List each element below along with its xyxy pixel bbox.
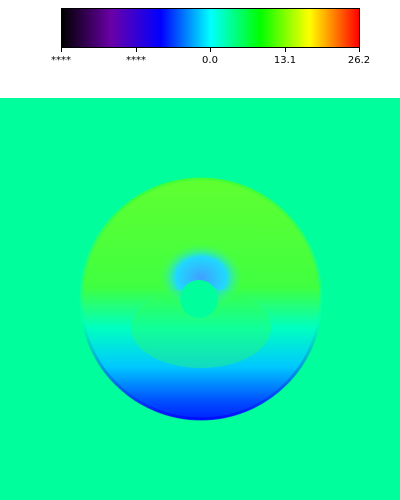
field-plot [0,98,400,500]
colorbar-tick-label: 26.2 [347,55,371,66]
colorbar-tick-label: 0.0 [202,55,218,66]
colorbar-tick [61,48,62,52]
colorbar-tick-label: 13.1 [273,55,297,66]
colorbar-tick [285,48,286,52]
field-svg [0,98,400,500]
colorbar-tick-label: **** [126,55,146,66]
colorbar-tick [210,48,211,52]
colorbar-tick [136,48,137,52]
colorbar-gradient [61,8,360,48]
colorbar-tick-label: **** [51,55,71,66]
colorbar-tick [359,48,360,52]
colorbar-legend: **** **** 0.0 13.1 26.2 [0,0,400,98]
center-hole [180,280,218,318]
